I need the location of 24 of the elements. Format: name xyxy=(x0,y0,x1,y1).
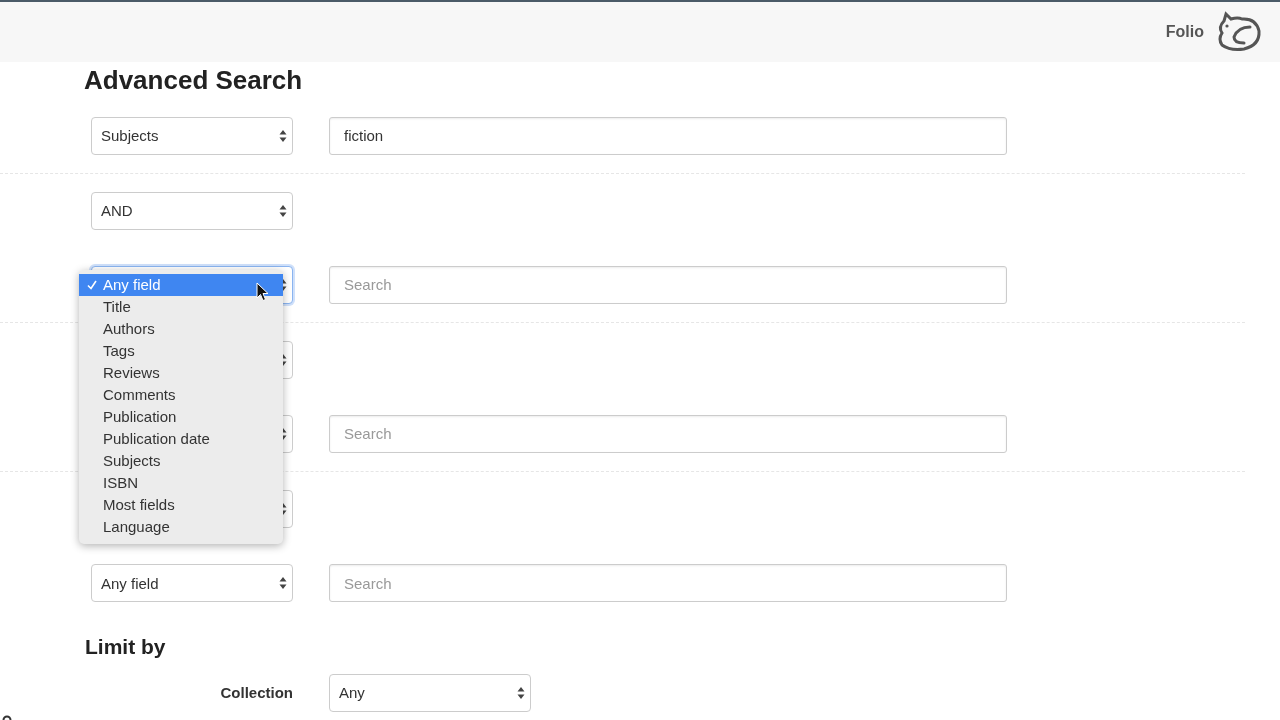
section-heading: Limit by xyxy=(85,633,167,660)
menu-item[interactable]: Authors xyxy=(79,317,283,340)
menu-item[interactable]: Language xyxy=(79,515,283,538)
menu-item[interactable]: Publication date xyxy=(79,427,283,450)
search-field[interactable]: Search xyxy=(329,564,1007,603)
menu-item[interactable]: Subjects xyxy=(79,449,283,472)
menu-item[interactable]: Most fields xyxy=(79,493,283,516)
brand-name[interactable]: Folio xyxy=(1165,23,1204,41)
field-select[interactable]: Subjects xyxy=(91,116,293,155)
filter-label: Collection xyxy=(219,684,293,701)
menu-item[interactable]: Tags xyxy=(79,339,283,362)
menu-item[interactable]: Any field xyxy=(79,273,283,296)
field-select[interactable]: AND xyxy=(91,191,293,230)
search-field[interactable]: Search xyxy=(329,414,1007,453)
menu-item[interactable]: ISBN xyxy=(79,471,283,494)
menu-item[interactable]: Publication xyxy=(79,405,283,428)
field-select[interactable]: Any field xyxy=(91,564,293,603)
menu-item[interactable]: Reviews xyxy=(79,361,283,384)
search-field[interactable]: fiction xyxy=(329,116,1007,155)
menu-item[interactable]: Comments xyxy=(79,383,283,406)
search-field[interactable]: Search xyxy=(329,265,1007,304)
page-title: Advanced Search xyxy=(84,64,304,97)
field-select[interactable]: Any xyxy=(329,673,531,712)
menu-item[interactable]: Title xyxy=(79,295,283,318)
